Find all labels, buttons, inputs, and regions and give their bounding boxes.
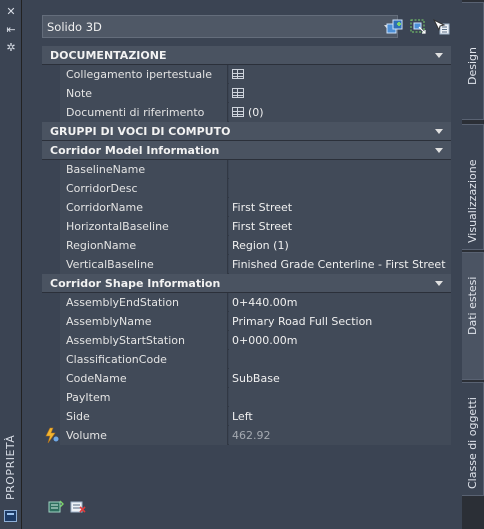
section-header-corridor-model[interactable]: Corridor Model Information <box>42 141 451 160</box>
data-extraction-icon[interactable] <box>48 500 64 514</box>
property-value[interactable] <box>229 388 451 407</box>
property-row[interactable]: ClassificationCode <box>42 350 451 369</box>
tab-design[interactable]: Design <box>462 2 484 120</box>
property-grid: DOCUMENTAZIONE Collegamento ipertestuale… <box>42 46 451 445</box>
property-key: HorizontalBaseline <box>60 217 228 236</box>
property-value[interactable]: Left <box>229 407 451 426</box>
property-value[interactable] <box>229 84 451 103</box>
property-row[interactable]: Documenti di riferimento (0) <box>42 103 451 122</box>
property-value: 462.92 <box>229 426 451 445</box>
property-key: Side <box>60 407 228 426</box>
property-key: CorridorName <box>60 198 228 217</box>
property-value[interactable] <box>229 179 451 198</box>
reference-count: (0) <box>248 106 264 119</box>
property-value[interactable] <box>229 350 451 369</box>
property-value[interactable] <box>229 65 451 84</box>
property-row[interactable]: Side Left <box>42 407 451 426</box>
tab-classe-di-oggetti[interactable]: Classe di oggetti <box>462 382 484 496</box>
chevron-down-icon[interactable] <box>435 129 443 134</box>
tab-dati-estesi[interactable]: Dati estesi <box>462 252 484 380</box>
property-value[interactable]: SubBase <box>229 369 451 388</box>
property-value[interactable]: (0) <box>229 103 451 122</box>
palette-icon <box>4 510 17 522</box>
remove-data-icon[interactable] <box>70 500 86 514</box>
property-key: ClassificationCode <box>60 350 228 369</box>
toggle-pickadd-icon[interactable] <box>432 18 450 36</box>
property-key: AssemblyStartStation <box>60 331 228 350</box>
property-key: CorridorDesc <box>60 179 228 198</box>
property-row[interactable]: Volume 462.92 <box>42 426 451 445</box>
palette-title: PROPRIETÀ <box>4 434 17 500</box>
property-key: Collegamento ipertestuale <box>60 65 228 84</box>
tab-label: Dati estesi <box>466 276 479 335</box>
property-row[interactable]: HorizontalBaseline First Street <box>42 217 451 236</box>
tab-label: Visualizzazione <box>466 159 479 243</box>
property-value[interactable]: Finished Grade Centerline - First Street <box>229 255 451 274</box>
property-key: BaselineName <box>60 160 228 179</box>
section-title: DOCUMENTAZIONE <box>50 49 167 62</box>
side-tabs: Design Visualizzazione Dati estesi Class… <box>462 0 484 529</box>
property-row[interactable]: CorridorDesc <box>42 179 451 198</box>
table-icon[interactable] <box>232 107 244 117</box>
section-header-corridor-shape[interactable]: Corridor Shape Information <box>42 274 451 293</box>
property-key: VerticalBaseline <box>60 255 228 274</box>
settings-icon[interactable]: ✲ <box>5 42 17 54</box>
section-title: Corridor Shape Information <box>50 277 221 290</box>
palette-title-bar[interactable]: ✕ ⇤ ✲ PROPRIETÀ <box>0 0 22 529</box>
close-icon[interactable]: ✕ <box>5 6 17 18</box>
property-row[interactable]: VerticalBaseline Finished Grade Centerlin… <box>42 255 451 274</box>
section-header-gruppi[interactable]: GRUPPI DI VOCI DI COMPUTO <box>42 122 451 141</box>
tab-visualizzazione[interactable]: Visualizzazione <box>462 124 484 250</box>
property-value[interactable]: First Street <box>229 198 451 217</box>
properties-panel: Solido 3D DOCUMENTAZIONE Collegamento ip… <box>22 0 462 529</box>
property-row[interactable]: PayItem <box>42 388 451 407</box>
object-type-dropdown[interactable]: Solido 3D <box>42 15 398 38</box>
property-row[interactable]: CorridorName First Street <box>42 198 451 217</box>
object-type-value: Solido 3D <box>47 20 102 34</box>
section-header-documentazione[interactable]: DOCUMENTAZIONE <box>42 46 451 65</box>
property-value[interactable]: Primary Road Full Section <box>229 312 451 331</box>
property-row[interactable]: Collegamento ipertestuale <box>42 65 451 84</box>
property-row[interactable]: AssemblyStartStation 0+000.00m <box>42 331 451 350</box>
property-value[interactable]: 0+000.00m <box>229 331 451 350</box>
chevron-down-icon[interactable] <box>435 148 443 153</box>
property-row[interactable]: AssemblyName Primary Road Full Section <box>42 312 451 331</box>
property-row[interactable]: Note <box>42 84 451 103</box>
table-icon[interactable] <box>232 69 244 79</box>
property-key: Note <box>60 84 228 103</box>
section-title: GRUPPI DI VOCI DI COMPUTO <box>50 125 231 138</box>
tab-label: Classe di oggetti <box>466 397 479 489</box>
property-value[interactable] <box>229 160 451 179</box>
quick-select-icon[interactable] <box>386 18 404 36</box>
table-icon[interactable] <box>232 88 244 98</box>
property-value[interactable]: First Street <box>229 217 451 236</box>
property-key: CodeName <box>60 369 228 388</box>
auto-hide-icon[interactable]: ⇤ <box>5 24 17 36</box>
property-value[interactable]: Region (1) <box>229 236 451 255</box>
property-key: PayItem <box>60 388 228 407</box>
chevron-down-icon[interactable] <box>435 53 443 58</box>
property-key: Documenti di riferimento <box>60 103 228 122</box>
section-title: Corridor Model Information <box>50 144 220 157</box>
property-row[interactable]: BaselineName <box>42 160 451 179</box>
property-key: RegionName <box>60 236 228 255</box>
property-row[interactable]: CodeName SubBase <box>42 369 451 388</box>
property-value[interactable]: 0+440.00m <box>229 293 451 312</box>
property-row[interactable]: RegionName Region (1) <box>42 236 451 255</box>
property-key: AssemblyEndStation <box>60 293 228 312</box>
property-key: AssemblyName <box>60 312 228 331</box>
formula-lightning-icon[interactable] <box>42 426 60 445</box>
tab-label: Design <box>466 47 479 85</box>
property-key: Volume <box>60 426 228 445</box>
property-row[interactable]: AssemblyEndStation 0+440.00m <box>42 293 451 312</box>
select-objects-icon[interactable] <box>409 18 427 36</box>
chevron-down-icon[interactable] <box>435 281 443 286</box>
